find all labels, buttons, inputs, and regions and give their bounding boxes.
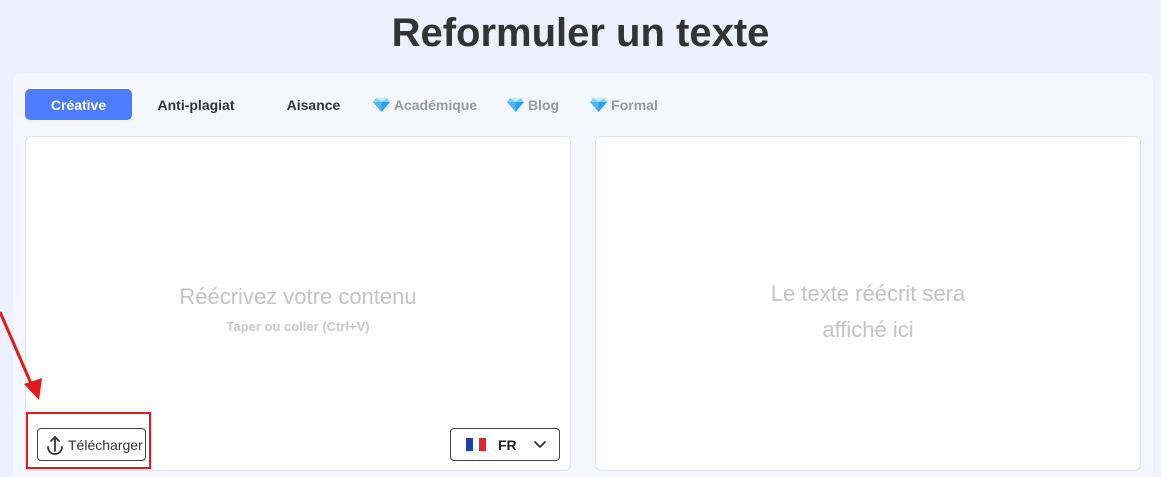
tab-formal[interactable]: Formal: [589, 89, 659, 120]
mode-tabs: Créative Anti-plagiat Aisance Académique: [13, 73, 1153, 133]
tab-academique[interactable]: Académique: [370, 89, 480, 120]
output-placeholder: Le texte réécrit sera affiché ici: [596, 276, 1140, 348]
language-code: FR: [498, 436, 517, 453]
language-select[interactable]: FR: [450, 428, 560, 461]
rewriter-panel: Créative Anti-plagiat Aisance Académique: [13, 73, 1153, 477]
tab-label: Blog: [527, 96, 560, 113]
tab-aisance[interactable]: Aisance: [275, 89, 352, 120]
input-placeholder-hint: Taper ou coller (Ctrl+V): [226, 319, 370, 334]
upload-icon: [47, 435, 63, 455]
tab-blog[interactable]: Blog: [505, 89, 561, 120]
page-title: Reformuler un texte: [391, 11, 770, 55]
tab-label: Créative: [50, 96, 107, 113]
diamond-icon: [506, 97, 524, 112]
upload-button[interactable]: Télécharger: [37, 428, 146, 461]
input-text-area[interactable]: Réécrivez votre contenu Taper ou coller …: [25, 136, 571, 471]
upload-label: Télécharger: [68, 436, 143, 453]
france-flag-icon: [466, 438, 487, 451]
diamond-icon: [372, 97, 390, 112]
tab-label: Formal: [611, 96, 658, 113]
output-placeholder-line-2: affiché ici: [822, 317, 914, 342]
diamond-icon: [590, 97, 608, 112]
tab-creative[interactable]: Créative: [25, 89, 132, 120]
chevron-down-icon: [533, 440, 546, 448]
tab-label: Anti-plagiat: [157, 96, 235, 113]
tab-label: Académique: [393, 96, 478, 113]
output-text-area: Le texte réécrit sera affiché ici: [595, 136, 1141, 471]
tab-anti-plagiat[interactable]: Anti-plagiat: [150, 89, 242, 120]
input-placeholder-title: Réécrivez votre contenu: [179, 284, 417, 309]
tab-label: Aisance: [286, 96, 341, 113]
output-placeholder-line-1: Le texte réécrit sera: [770, 281, 966, 306]
